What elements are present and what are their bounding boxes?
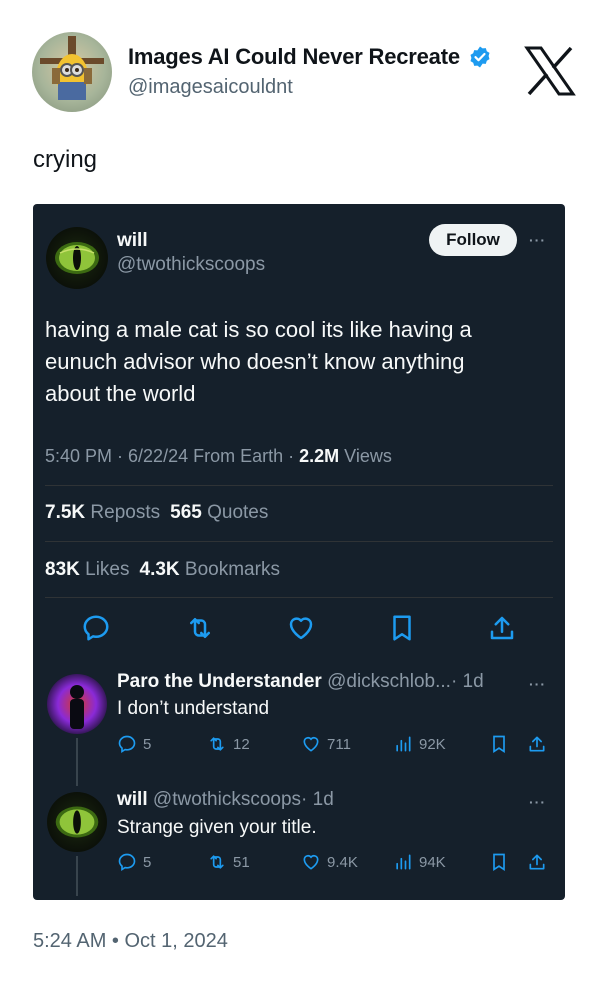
reply-share-action[interactable] — [527, 852, 547, 872]
silhouette-avatar — [70, 685, 84, 729]
views-icon — [396, 736, 411, 752]
verified-badge-icon — [470, 46, 490, 68]
reptile-eye-avatar — [55, 242, 99, 274]
more-icon[interactable]: ··· — [529, 232, 546, 248]
bookmark-icon — [493, 735, 505, 754]
tweet-time-source: 5:40 PM · 6/22/24 From Earth · — [45, 446, 300, 466]
reply-time: · 1d — [450, 671, 484, 692]
embedded-author-handle[interactable]: @twothickscoops — [117, 254, 265, 276]
reply-author-name[interactable]: will — [117, 789, 148, 810]
views-count: 92K — [419, 735, 446, 753]
repost-quote-stats: 7.5K Reposts 565 Quotes — [45, 502, 268, 524]
quotes-label: Quotes — [201, 502, 269, 523]
repost-icon — [210, 855, 224, 869]
bookmarks-count: 4.3K — [139, 559, 180, 580]
reply-author-handle[interactable]: @twothickscoops — [153, 789, 301, 810]
views-label: Views — [339, 446, 392, 466]
reply-reply-action[interactable]: 5 — [117, 734, 151, 754]
likes-count: 83K — [45, 559, 80, 580]
repost-icon[interactable] — [185, 613, 215, 643]
reply-icon — [118, 735, 136, 754]
like-icon — [303, 854, 319, 870]
like-icon — [303, 736, 319, 752]
embedded-author-avatar[interactable] — [46, 227, 108, 289]
reply-icon[interactable] — [81, 613, 111, 643]
reply-bookmark-action[interactable] — [489, 852, 509, 872]
reply-author-handle[interactable]: @dickschlob... — [327, 671, 451, 692]
divider — [45, 541, 553, 542]
reply-text: Strange given your title. — [117, 817, 317, 838]
reply-views-action[interactable]: 94K — [393, 852, 446, 872]
reply-text: I don’t understand — [117, 698, 270, 719]
reply-header: Paro the Understander @dickschlob...· 1d — [117, 671, 484, 693]
reply-author-name[interactable]: Paro the Understander — [117, 671, 322, 692]
views-icon — [396, 854, 411, 870]
like-bookmark-stats: 83K Likes 4.3K Bookmarks — [45, 559, 280, 581]
share-icon — [529, 854, 545, 870]
like-count: 711 — [327, 735, 351, 753]
reply-avatar[interactable] — [47, 674, 107, 734]
reply-header: will @twothickscoops· 1d — [117, 789, 334, 811]
reply-action-bar: 5 51 9.4K 94K — [117, 852, 557, 876]
reposts-label: Reposts — [85, 502, 161, 523]
divider — [45, 485, 553, 486]
tweet-action-bar — [33, 609, 565, 649]
reply-time: · 1d — [301, 789, 334, 810]
bookmarks-stat[interactable]: 4.3K Bookmarks — [140, 559, 280, 580]
more-icon[interactable]: ··· — [529, 794, 546, 810]
repost-icon — [210, 737, 224, 751]
embedded-author-name[interactable]: will — [117, 230, 148, 252]
reply-repost-action[interactable]: 51 — [207, 852, 250, 872]
quotes-count: 565 — [170, 502, 202, 523]
reply-bookmark-action[interactable] — [489, 734, 509, 754]
reply-views-action[interactable]: 92K — [393, 734, 446, 754]
follow-button[interactable]: Follow — [429, 224, 517, 256]
reply-share-action[interactable] — [527, 734, 547, 754]
reply-icon — [118, 853, 136, 872]
reply-avatar[interactable] — [47, 792, 107, 852]
tweet-text: having a male cat is so cool its like ha… — [45, 317, 472, 406]
author-handle[interactable]: @imagesaicouldnt — [128, 76, 293, 99]
share-icon — [529, 736, 545, 752]
author-name[interactable]: Images AI Could Never Recreate — [128, 44, 460, 70]
bookmark-icon[interactable] — [387, 613, 417, 643]
tweet-meta: 5:40 PM · 6/22/24 From Earth · 2.2M View… — [45, 446, 392, 467]
minion-scarecrow-avatar — [40, 36, 104, 100]
views-count: 94K — [419, 853, 446, 871]
quotes-stat[interactable]: 565 Quotes — [170, 502, 268, 523]
reply-count: 5 — [143, 735, 152, 753]
reply-like-action[interactable]: 711 — [301, 734, 351, 754]
repost-count: 51 — [233, 853, 250, 871]
author-avatar[interactable] — [32, 32, 112, 112]
reptile-eye-avatar — [55, 806, 99, 838]
repost-count: 12 — [233, 735, 250, 753]
thread-line — [76, 856, 78, 896]
reposts-count: 7.5K — [45, 502, 86, 523]
x-logo-icon[interactable] — [523, 44, 577, 98]
like-icon[interactable] — [286, 613, 316, 643]
reply-like-action[interactable]: 9.4K — [301, 852, 358, 872]
reply-repost-action[interactable]: 12 — [207, 734, 250, 754]
likes-stat[interactable]: 83K Likes — [45, 559, 130, 580]
post-timestamp[interactable]: 5:24 AM • Oct 1, 2024 — [33, 930, 228, 953]
bookmark-icon — [493, 853, 505, 872]
divider — [45, 597, 553, 598]
share-icon[interactable] — [487, 613, 517, 643]
reposts-stat[interactable]: 7.5K Reposts — [45, 502, 160, 523]
views-count: 2.2M — [299, 446, 340, 466]
bookmarks-label: Bookmarks — [179, 559, 280, 580]
like-count: 9.4K — [327, 853, 358, 871]
more-icon[interactable]: ··· — [529, 676, 546, 692]
likes-label: Likes — [79, 559, 130, 580]
thread-line — [76, 738, 78, 786]
reply-count: 5 — [143, 853, 152, 871]
reply-reply-action[interactable]: 5 — [117, 852, 151, 872]
embedded-tweet-screenshot: will @twothickscoops Follow ··· having a… — [33, 204, 565, 900]
reply-action-bar: 5 12 711 92K — [117, 734, 557, 758]
post-caption: crying — [33, 146, 98, 173]
